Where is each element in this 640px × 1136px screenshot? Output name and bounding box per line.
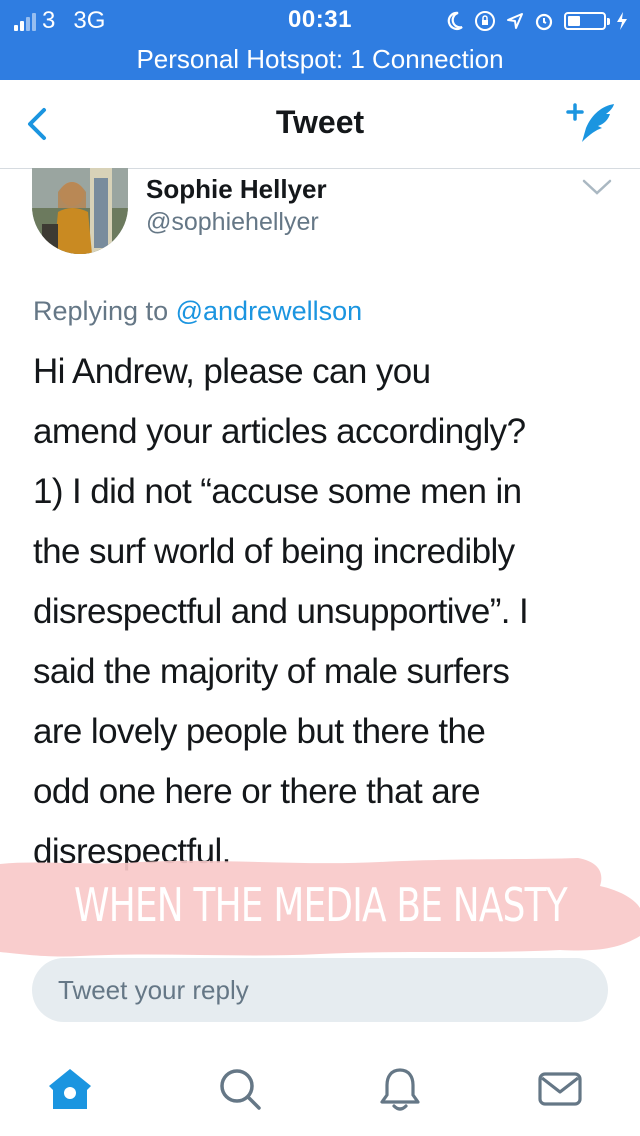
location-arrow-icon	[507, 13, 523, 29]
status-bar: 3 3G 00:31	[0, 0, 640, 40]
tweet-text-line: the surf world of being incredibly	[33, 532, 515, 571]
moon-icon	[447, 11, 463, 30]
replying-to: Replying to @andrewellson	[33, 296, 362, 327]
compose-quill-icon	[566, 103, 614, 142]
tweet-text-line: odd one here or there that are	[33, 772, 481, 811]
battery-icon	[564, 12, 610, 30]
author-handle[interactable]: @sophiehellyer	[146, 208, 319, 237]
tweet-text-line: said the majority of male surfers	[33, 652, 510, 691]
page-title: Tweet	[275, 104, 365, 140]
reply-placeholder: Tweet your reply	[58, 975, 249, 1005]
tab-bar	[0, 1040, 640, 1136]
tweet-text-line: are lovely people but there the	[33, 712, 486, 751]
author-name[interactable]: Sophie Hellyer	[146, 174, 327, 205]
reply-input[interactable]: Tweet your reply	[32, 958, 608, 1022]
sticker-caption: WHEN THE MEDIA BE NASTY	[73, 878, 568, 932]
hotspot-banner[interactable]: Personal Hotspot: 1 Connection	[0, 40, 640, 80]
tweet-text-line: disrespectful and unsupportive”. I	[33, 592, 529, 631]
tab-notifications[interactable]	[370, 1064, 430, 1114]
alarm-icon	[535, 13, 553, 31]
search-icon	[220, 1069, 261, 1110]
tab-search[interactable]	[210, 1064, 270, 1114]
charging-bolt-icon	[617, 12, 627, 30]
home-icon	[49, 1069, 91, 1109]
tweet-text-line: amend your articles accordingly?	[33, 412, 526, 451]
tweet-text-line: Hi Andrew, please can you	[33, 352, 431, 391]
bell-icon	[380, 1068, 420, 1111]
mention-link[interactable]: @andrewellson	[176, 296, 363, 326]
rotation-lock-icon	[475, 11, 495, 31]
tweet-options-button[interactable]	[580, 176, 614, 198]
avatar[interactable]	[32, 168, 128, 254]
envelope-icon	[538, 1072, 582, 1106]
chevron-down-icon	[582, 179, 612, 195]
tweet-text: Hi Andrew, please can you amend your art…	[33, 342, 618, 882]
compose-tweet-button[interactable]	[562, 98, 618, 150]
tweet-text-line: 1) I did not “accuse some men in	[33, 472, 522, 511]
tab-home[interactable]	[40, 1064, 100, 1114]
replying-prefix: Replying to	[33, 296, 169, 326]
status-right	[446, 6, 628, 36]
tab-messages[interactable]	[530, 1064, 590, 1114]
nav-bar: Tweet	[0, 80, 640, 169]
